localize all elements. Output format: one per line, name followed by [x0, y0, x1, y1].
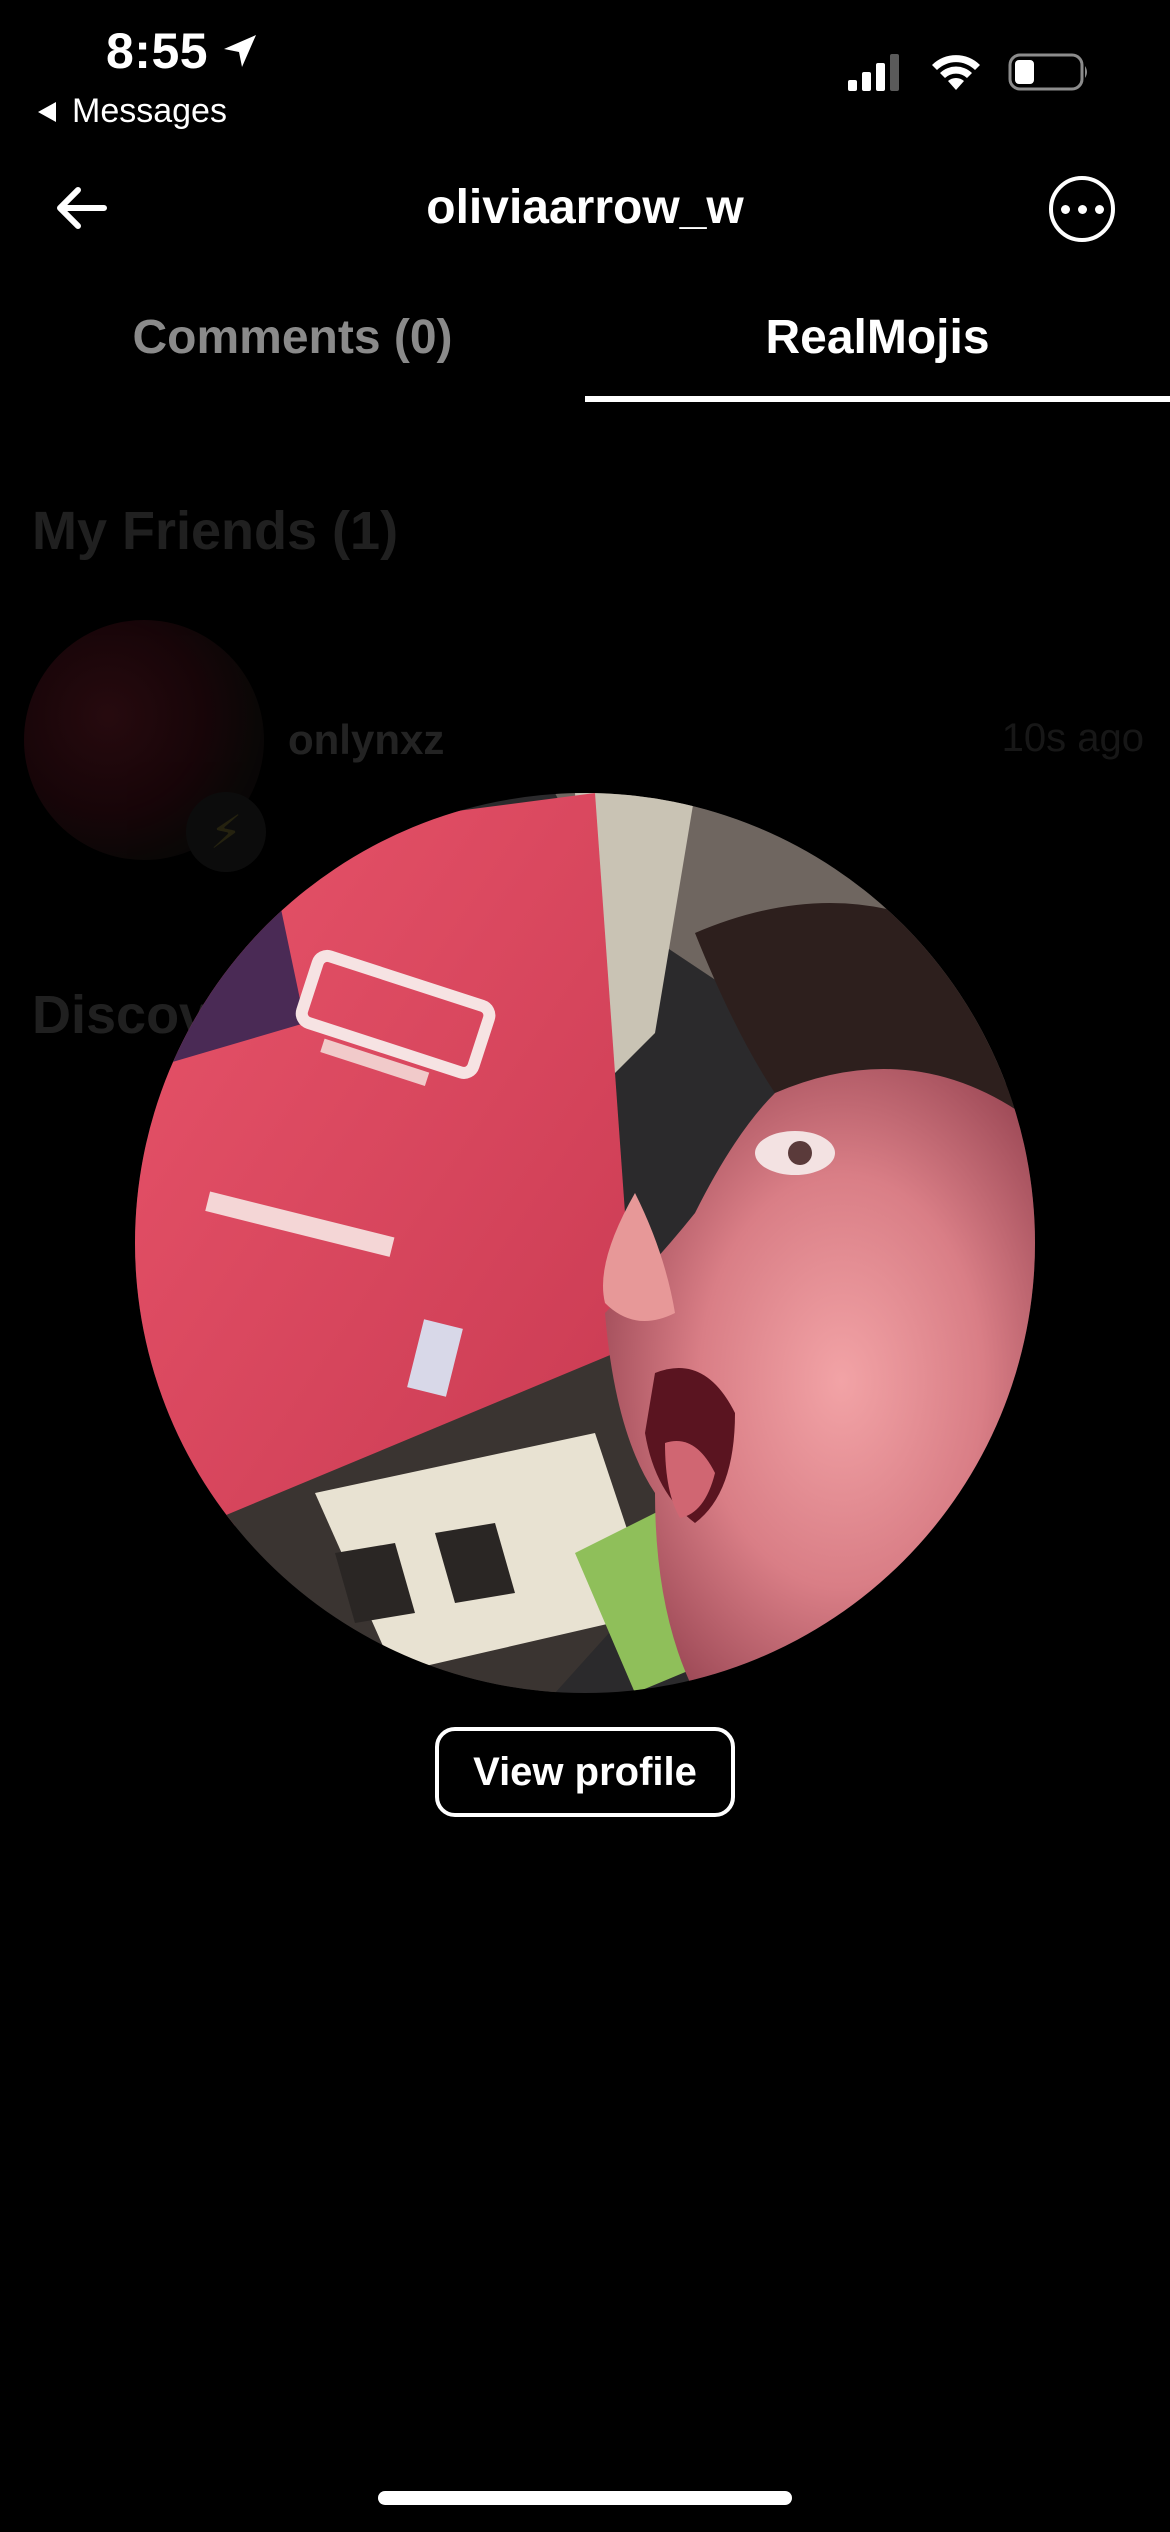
realmoji-image: [135, 793, 1035, 1693]
lightning-bolt-icon: ⚡: [186, 792, 266, 872]
screen: 8:55 Messages oliviaarrow_w Comments (0)…: [0, 0, 1170, 2532]
realmoji-photo: [135, 793, 1035, 1693]
friend-timestamp: 10s ago: [1001, 716, 1144, 760]
home-indicator[interactable]: [378, 2491, 792, 2505]
friends-section-title: My Friends (1): [32, 501, 399, 561]
view-profile-button[interactable]: View profile: [435, 1727, 735, 1817]
discover-section-title: Discov: [32, 985, 210, 1045]
friend-name: onlynxz: [288, 716, 445, 763]
